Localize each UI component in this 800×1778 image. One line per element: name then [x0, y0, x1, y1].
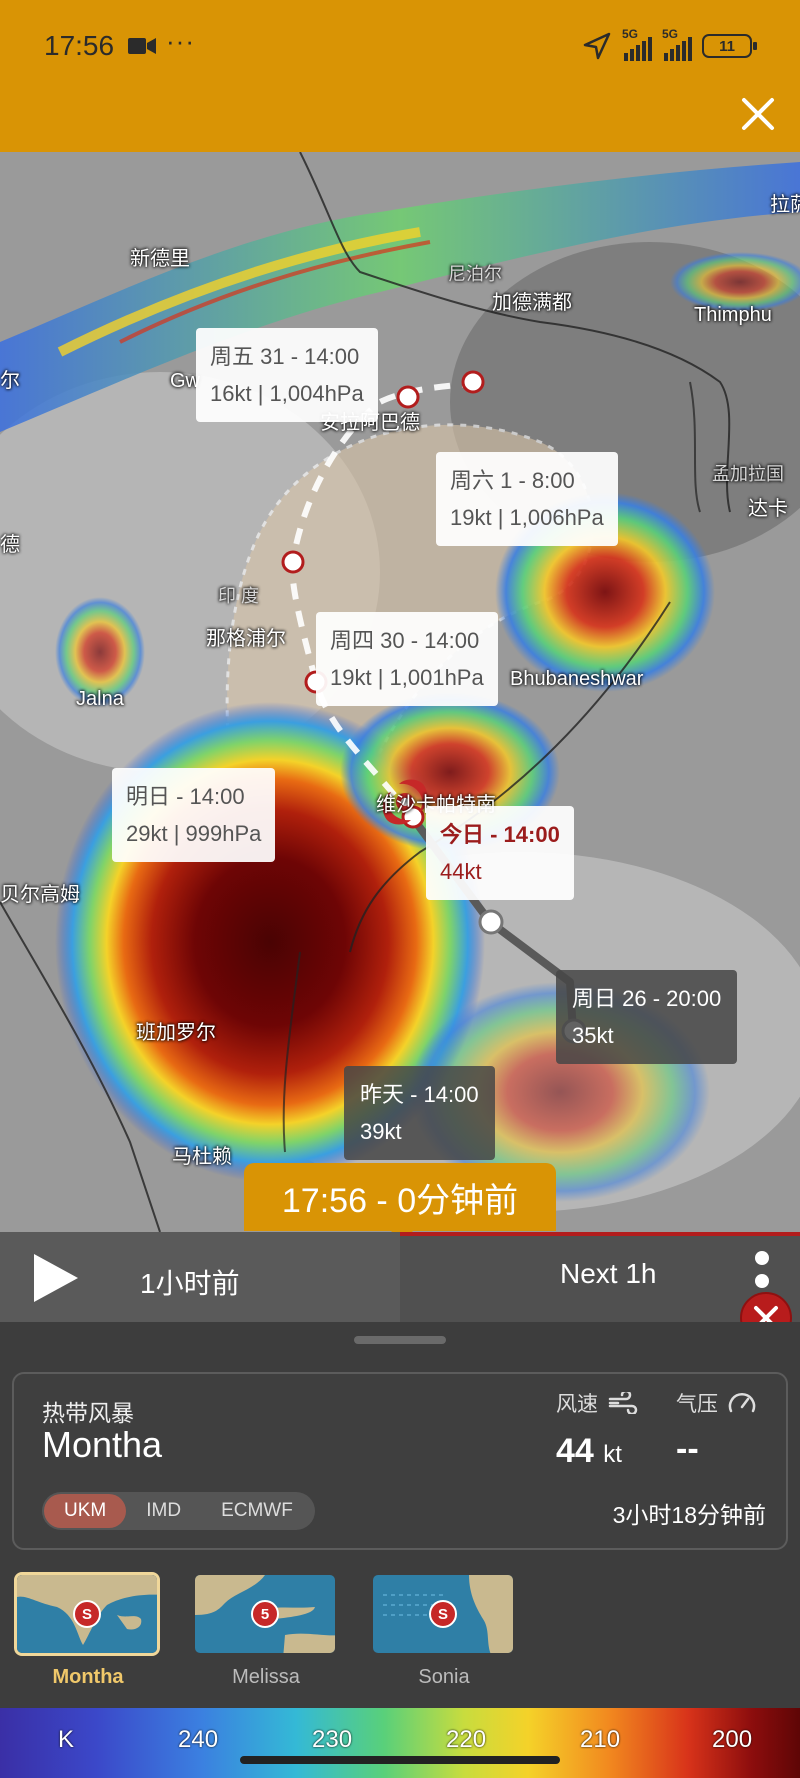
wind-icon — [608, 1392, 638, 1414]
storm-type: 热带风暴 — [42, 1400, 134, 1426]
more-notifications-icon: ··· — [166, 26, 195, 56]
past-point-card[interactable]: 昨天 - 14:00 39kt — [344, 1066, 495, 1160]
temperature-legend: K 240 230 220 210 200 — [0, 1708, 800, 1778]
legend-tick: 220 — [446, 1726, 487, 1753]
legend-unit: K — [58, 1726, 75, 1753]
model-tab-imd[interactable]: IMD — [126, 1494, 201, 1528]
legend-tick: 210 — [580, 1726, 621, 1753]
storm-item-montha[interactable]: S Montha — [14, 1572, 162, 1689]
forecast-point-card[interactable]: 周六 1 - 8:00 19kt | 1,006hPa — [436, 452, 618, 546]
place-label: Bhubaneshwar — [510, 668, 644, 690]
place-label: 马杜赖 — [172, 1146, 232, 1168]
signal-5g-icon: 5G — [622, 27, 652, 61]
battery-icon: 11 — [702, 34, 757, 58]
place-label: Jalna — [76, 688, 124, 710]
place-label: 孟加拉国 — [712, 464, 784, 484]
timeline-past-label[interactable]: 1小时前 — [140, 1262, 240, 1302]
place-label: 加德满都 — [492, 292, 572, 314]
place-label: 印 度 — [218, 586, 260, 606]
timeline-next-label[interactable]: Next 1h — [560, 1258, 657, 1290]
storm-name: Montha — [42, 1424, 163, 1465]
model-selector: UKM IMD ECMWF — [42, 1492, 315, 1530]
legend-tick: 240 — [178, 1726, 219, 1753]
place-label: 尼泊尔 — [448, 264, 502, 284]
drag-handle[interactable] — [354, 1336, 446, 1344]
place-label: 达卡 — [748, 498, 788, 520]
gauge-icon — [728, 1393, 756, 1413]
status-time: 17:56 — [44, 30, 115, 61]
place-label: 拉萨 — [770, 194, 800, 216]
storm-info-panel: 热带风暴 Montha 风速 气压 44 kt -- UKM IMD ECMWF — [0, 1322, 800, 1708]
place-label: 贝尔高姆 — [0, 884, 80, 906]
wind-speed-label: 风速 — [556, 1388, 638, 1418]
signal-5g-icon-2: 5G — [662, 27, 692, 61]
place-label: 德 — [0, 534, 20, 556]
place-label: 新德里 — [130, 248, 190, 270]
updated-time: 3小时18分钟前 — [612, 1502, 766, 1528]
place-label: Thimphu — [694, 304, 772, 326]
forecast-point-card[interactable]: 周五 31 - 14:00 16kt | 1,004hPa — [196, 328, 378, 422]
timeline-bar[interactable]: 1小时前 Next 1h — [0, 1232, 800, 1322]
video-camera-icon — [128, 38, 156, 54]
past-point-card[interactable]: 周日 26 - 20:00 35kt — [556, 970, 738, 1064]
current-time-badge: 17:56 - 0分钟前 — [244, 1163, 556, 1231]
forecast-point-card[interactable]: 明日 - 14:00 29kt | 999hPa — [112, 768, 276, 862]
storm-thumbnail: S — [370, 1572, 516, 1656]
pressure-label: 气压 — [676, 1388, 756, 1418]
place-label: 班加罗尔 — [136, 1022, 216, 1044]
place-label: 那格浦尔 — [206, 628, 286, 650]
play-icon[interactable] — [30, 1252, 82, 1304]
timeline-progress — [400, 1232, 800, 1236]
location-arrow-icon — [583, 32, 611, 60]
pressure-value: -- — [676, 1430, 699, 1468]
model-tab-ukm[interactable]: UKM — [44, 1494, 127, 1528]
storm-item-sonia[interactable]: S Sonia — [370, 1572, 518, 1689]
model-tab-ecmwf[interactable]: ECMWF — [201, 1494, 313, 1528]
current-position-card[interactable]: 今日 - 14:00 44kt — [426, 806, 574, 900]
storm-item-melissa[interactable]: 5 Melissa — [192, 1572, 340, 1689]
forecast-point-card[interactable]: 周四 30 - 14:00 19kt | 1,001hPa — [316, 612, 498, 706]
storm-thumbnail: S — [14, 1572, 160, 1656]
storm-list: S Montha 5 Melissa S Sonia — [14, 1572, 518, 1689]
storm-detail-card: 热带风暴 Montha 风速 气压 44 kt -- UKM IMD ECMWF — [12, 1372, 788, 1550]
close-icon[interactable] — [736, 92, 780, 136]
legend-tick: 230 — [312, 1726, 353, 1753]
place-label: 尔 — [0, 370, 20, 392]
wind-speed-value: 44 kt — [556, 1432, 622, 1470]
home-indicator[interactable] — [240, 1756, 560, 1764]
storm-thumbnail: 5 — [192, 1572, 338, 1656]
legend-tick: 200 — [712, 1726, 753, 1753]
status-icons: 5G 5G 11 — [582, 27, 757, 64]
status-bar: 17:56 ··· 5G 5G 11 — [0, 0, 800, 152]
weather-map[interactable]: 新德里 尼泊尔 加德满都 Thimphu 拉萨 孟加拉国 达卡 尔 德 Gw 安… — [0, 152, 800, 1232]
